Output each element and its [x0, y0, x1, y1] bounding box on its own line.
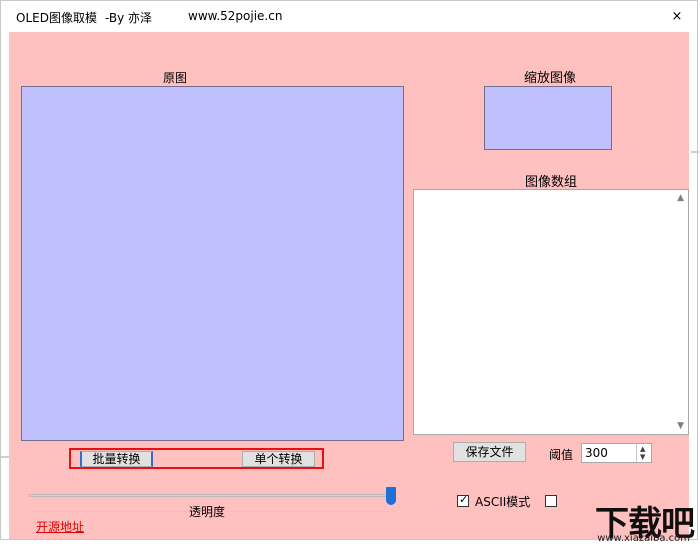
right-edge-mark: [691, 151, 699, 153]
watermark-url: www.xiazaiba.com: [597, 533, 690, 544]
scroll-up-icon[interactable]: ▲: [677, 193, 684, 203]
left-edge-mark: [1, 456, 9, 458]
transparency-slider-thumb[interactable]: [386, 487, 396, 505]
transparency-slider-track[interactable]: [29, 494, 389, 497]
ascii-mode-label: ASCII模式: [475, 495, 531, 509]
open-source-link[interactable]: 开源地址: [36, 518, 84, 535]
image-array-label: 图像数组: [525, 175, 578, 190]
close-button[interactable]: ×: [667, 7, 687, 27]
close-icon: ×: [671, 9, 683, 24]
ascii-mode-checkbox[interactable]: ✓: [457, 493, 469, 507]
app-window: OLED图像取模 -By 亦泽 www.52pojie.cn × 原图 缩放图像…: [0, 0, 699, 540]
threshold-label: 阈值: [549, 448, 574, 462]
spin-up-icon[interactable]: ▲: [640, 445, 645, 453]
transparency-label: 透明度: [189, 505, 226, 519]
image-array-textarea[interactable]: ▲ ▼: [413, 189, 689, 435]
batch-convert-button[interactable]: 批量转换: [80, 451, 153, 467]
save-file-button[interactable]: 保存文件: [453, 442, 526, 462]
window-site: www.52pojie.cn: [188, 9, 283, 23]
option-checkbox[interactable]: [545, 495, 557, 507]
spin-down-icon[interactable]: ▼: [640, 453, 645, 461]
title-bar: OLED图像取模 -By 亦泽 www.52pojie.cn ×: [1, 1, 697, 32]
original-image-panel[interactable]: [21, 86, 404, 441]
threshold-spin-arrows[interactable]: ▲ ▼: [636, 444, 651, 462]
check-icon: ✓: [459, 493, 469, 506]
scaled-image-label: 缩放图像: [524, 71, 577, 86]
threshold-value[interactable]: 300: [585, 446, 608, 460]
window-title: OLED图像取模: [16, 11, 97, 25]
single-convert-button[interactable]: 单个转换: [242, 451, 315, 467]
scaled-image-panel: [484, 86, 612, 150]
xiazaiba-watermark: 下载吧 www.xiazaiba.com: [560, 496, 696, 544]
original-image-label: 原图: [163, 71, 188, 85]
threshold-spinbox[interactable]: 300 ▲ ▼: [581, 443, 652, 463]
client-area: 原图 缩放图像 图像数组 ▲ ▼ 批量转换 单个转换 保存文件 阈值 300 ▲…: [9, 32, 689, 539]
window-author: -By 亦泽: [105, 11, 153, 25]
scroll-down-icon[interactable]: ▼: [677, 421, 684, 431]
